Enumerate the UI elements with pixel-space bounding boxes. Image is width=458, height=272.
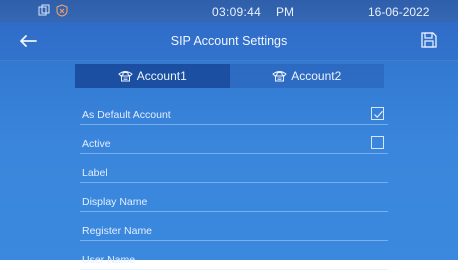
- label-field-label: Label: [82, 167, 108, 179]
- status-ampm: PM: [276, 5, 294, 19]
- page-title: SIP Account Settings: [170, 34, 288, 48]
- screen: 03:09:44 PM 16-06-2022 SIP Account Setti…: [0, 0, 458, 270]
- default-account-checkbox[interactable]: [371, 107, 384, 120]
- display-name-label: Display Name: [82, 196, 148, 208]
- status-time: 03:09:44: [212, 5, 262, 19]
- save-icon: [421, 32, 437, 48]
- row-active[interactable]: Active: [80, 127, 388, 154]
- tab-account2[interactable]: Account2: [230, 64, 385, 88]
- register-name-field[interactable]: Register Name: [80, 214, 388, 241]
- title-bar: SIP Account Settings: [0, 22, 458, 61]
- tab-account1[interactable]: Account1: [75, 64, 230, 88]
- checkmark-icon: [374, 110, 383, 119]
- active-label: Active: [82, 138, 111, 150]
- tab-account2-label: Account2: [291, 69, 342, 83]
- copy-icon: [38, 4, 50, 17]
- save-button[interactable]: [420, 31, 438, 49]
- user-name-label: User Name: [82, 254, 136, 266]
- row-default-account[interactable]: As Default Account: [80, 98, 388, 125]
- status-date: 16-06-2022: [368, 5, 430, 19]
- status-bar: 03:09:44 PM 16-06-2022: [0, 0, 458, 22]
- register-name-label: Register Name: [82, 225, 153, 237]
- display-name-field[interactable]: Display Name: [80, 185, 388, 212]
- account-tabs: Account1 Account2: [75, 64, 384, 88]
- default-account-label: As Default Account: [82, 109, 171, 121]
- tab-account1-label: Account1: [136, 69, 187, 83]
- settings-list: As Default Account Active Label Display …: [80, 98, 388, 272]
- shield-icon: [56, 4, 68, 17]
- label-field[interactable]: Label: [80, 156, 388, 183]
- active-checkbox[interactable]: [371, 136, 384, 149]
- phone-icon: [117, 70, 133, 82]
- user-name-field[interactable]: User Name: [80, 243, 388, 270]
- phone-icon: [272, 70, 287, 82]
